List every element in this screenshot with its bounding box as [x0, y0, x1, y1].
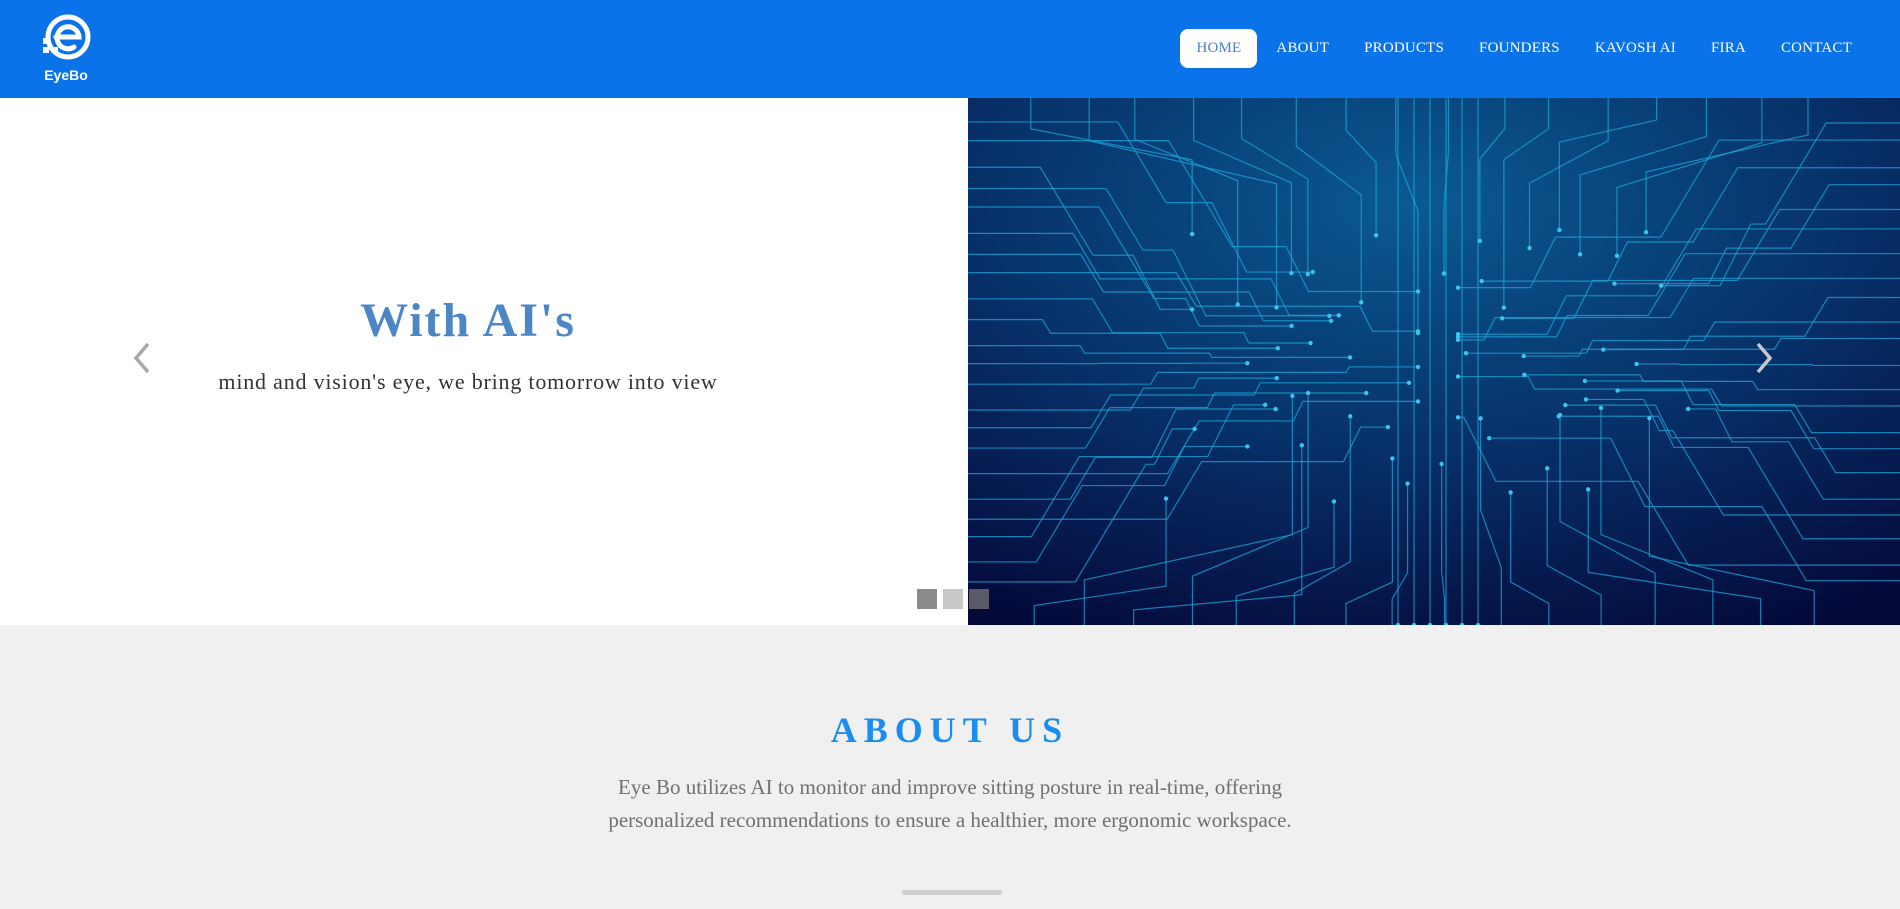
carousel-indicator-1[interactable]: [917, 589, 937, 609]
eyebo-logo-icon: [43, 14, 91, 60]
nav-item-about[interactable]: ABOUT: [1260, 29, 1345, 68]
site-header: EyeBo HOME ABOUT PRODUCTS FOUNDERS KAVOS…: [0, 0, 1900, 98]
carousel-indicator-2[interactable]: [943, 589, 963, 609]
chevron-right-icon: [1756, 342, 1773, 374]
eyebo-logo[interactable]: EyeBo: [38, 12, 94, 86]
hero-carousel: With AI's mind and vision's eye, we brin…: [0, 98, 1900, 625]
about-title: ABOUT US: [830, 710, 1070, 750]
carousel-prev-button[interactable]: [128, 338, 158, 378]
about-divider: [902, 890, 1002, 895]
nav-item-products[interactable]: PRODUCTS: [1348, 29, 1460, 68]
nav-item-kavosh-ai[interactable]: KAVOSH AI: [1579, 29, 1692, 68]
about-section: ABOUT US Eye Bo utilizes AI to monitor a…: [0, 625, 1900, 909]
carousel-indicators: [917, 589, 995, 609]
chevron-left-icon: [133, 342, 150, 374]
nav-item-home[interactable]: HOME: [1180, 29, 1258, 68]
about-text: Eye Bo utilizes AI to monitor and improv…: [608, 775, 1292, 832]
nav-item-founders[interactable]: FOUNDERS: [1463, 29, 1576, 68]
main-nav: HOME ABOUT PRODUCTS FOUNDERS KAVOSH AI F…: [1177, 29, 1868, 68]
logo-text: EyeBo: [44, 67, 88, 83]
hero-subtitle: mind and vision's eye, we bring tomorrow…: [218, 369, 718, 394]
carousel-next-button[interactable]: [1748, 338, 1778, 378]
nav-item-contact[interactable]: CONTACT: [1765, 29, 1868, 68]
nav-item-fira[interactable]: FIRA: [1695, 29, 1762, 68]
hero-title: With AI's: [360, 294, 576, 347]
carousel-indicator-3[interactable]: [969, 589, 989, 609]
